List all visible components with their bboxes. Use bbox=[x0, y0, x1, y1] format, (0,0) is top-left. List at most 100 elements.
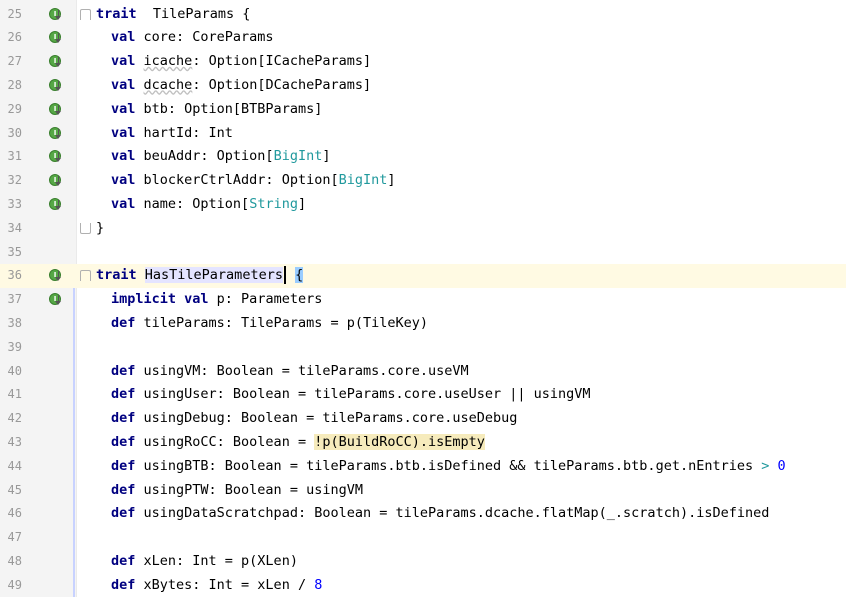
implements-marker-icon[interactable]: I bbox=[49, 197, 61, 210]
code-line[interactable]: 49 def xBytes: Int = xLen / 8 bbox=[0, 574, 846, 597]
code-line[interactable]: 38 def tileParams: TileParams = p(TileKey… bbox=[0, 312, 846, 336]
code-token: def bbox=[111, 362, 136, 379]
code-token: BigInt bbox=[338, 172, 388, 189]
code-line[interactable]: 30 Ival hartId: Int bbox=[0, 122, 846, 146]
code-token: ] bbox=[322, 148, 331, 165]
code-text[interactable]: def tileParams: TileParams = p(TileKey) bbox=[111, 312, 428, 336]
implements-marker-icon[interactable]: I bbox=[49, 31, 61, 44]
code-line[interactable]: 31 Ival beuAddr: Option[BigInt] bbox=[0, 145, 846, 169]
implements-marker-icon[interactable]: I bbox=[49, 293, 61, 306]
code-text[interactable]: def usingRoCC: Boolean = !p(BuildRoCC).i… bbox=[111, 431, 485, 455]
line-number: 30 bbox=[7, 125, 22, 140]
code-token: val bbox=[111, 53, 136, 70]
code-token: def bbox=[111, 481, 136, 498]
code-text[interactable]: val core: CoreParams bbox=[111, 26, 274, 50]
code-line[interactable]: 35 bbox=[0, 241, 846, 265]
code-token: val bbox=[111, 148, 136, 165]
implements-marker-icon[interactable]: I bbox=[49, 55, 61, 68]
code-line[interactable]: 33 Ival name: Option[String] bbox=[0, 193, 846, 217]
line-number: 44 bbox=[7, 458, 22, 473]
line-number: 31 bbox=[7, 149, 22, 164]
code-token: { bbox=[295, 267, 304, 284]
code-token: implicit val bbox=[111, 291, 209, 308]
code-text[interactable]: val btb: Option[BTBParams] bbox=[111, 98, 322, 122]
code-token: val bbox=[111, 195, 136, 212]
code-line[interactable]: 28 Ival dcache: Option[DCacheParams] bbox=[0, 74, 846, 98]
implements-marker-icon[interactable]: I bbox=[49, 150, 61, 163]
code-line[interactable]: 43 def usingRoCC: Boolean = !p(BuildRoCC)… bbox=[0, 431, 846, 455]
code-line[interactable]: 46 def usingDataScratchpad: Boolean = til… bbox=[0, 502, 846, 526]
code-line[interactable]: 42 def usingDebug: Boolean = tileParams.c… bbox=[0, 407, 846, 431]
code-line[interactable]: 37 Iimplicit val p: Parameters bbox=[0, 288, 846, 312]
code-text[interactable]: def usingDataScratchpad: Boolean = tileP… bbox=[111, 502, 769, 526]
line-number: 32 bbox=[7, 173, 22, 188]
line-number: 47 bbox=[7, 530, 22, 545]
code-text[interactable]: val hartId: Int bbox=[111, 122, 233, 146]
code-line[interactable]: 48 def xLen: Int = p(XLen) bbox=[0, 550, 846, 574]
code-editor[interactable]: 25 Itrait TileParams { 26 Ival core: CorePa… bbox=[0, 0, 846, 597]
code-text[interactable]: val name: Option[String] bbox=[111, 193, 306, 217]
implements-marker-icon[interactable]: I bbox=[49, 126, 61, 139]
code-token: trait bbox=[96, 5, 137, 22]
code-token: usingBTB: Boolean = tileParams.btb.isDef… bbox=[135, 457, 762, 474]
implements-marker-icon[interactable]: I bbox=[49, 102, 61, 115]
code-token: btb: Option[BTBParams] bbox=[135, 100, 323, 117]
code-line[interactable]: 45 def usingPTW: Boolean = usingVM bbox=[0, 479, 846, 503]
code-token: usingPTW: Boolean = usingVM bbox=[135, 481, 363, 498]
fold-open-icon[interactable] bbox=[80, 270, 91, 282]
code-line[interactable]: 44 def usingBTB: Boolean = tileParams.btb… bbox=[0, 455, 846, 479]
code-token: xBytes: Int = xLen / bbox=[135, 576, 315, 593]
code-text[interactable]: def usingUser: Boolean = tileParams.core… bbox=[111, 383, 591, 407]
fold-open-icon[interactable] bbox=[80, 8, 91, 20]
code-token: !p(BuildRoCC).isEmpty bbox=[314, 433, 485, 450]
code-token: usingUser: Boolean = tileParams.core.use… bbox=[135, 386, 591, 403]
fold-close-icon[interactable] bbox=[80, 222, 91, 234]
code-text[interactable]: trait HasTileParameters { bbox=[96, 264, 304, 288]
code-text[interactable]: implicit val p: Parameters bbox=[111, 288, 322, 312]
code-token: beuAddr: Option[ bbox=[135, 148, 274, 165]
code-token: def bbox=[111, 410, 136, 427]
implements-marker-icon[interactable]: I bbox=[49, 78, 61, 91]
code-token: val bbox=[111, 76, 136, 93]
code-line[interactable]: 32 Ival blockerCtrlAddr: Option[BigInt] bbox=[0, 169, 846, 193]
code-text[interactable]: val dcache: Option[DCacheParams] bbox=[111, 74, 371, 98]
code-token: usingDataScratchpad: Boolean = tileParam… bbox=[135, 505, 770, 522]
code-line[interactable]: 25 Itrait TileParams { bbox=[0, 3, 846, 27]
line-number: 39 bbox=[7, 339, 22, 354]
code-token: blockerCtrlAddr: Option[ bbox=[135, 172, 339, 189]
code-text[interactable]: def usingVM: Boolean = tileParams.core.u… bbox=[111, 360, 469, 384]
code-text[interactable]: def xLen: Int = p(XLen) bbox=[111, 550, 298, 574]
code-text[interactable]: } bbox=[96, 217, 104, 241]
code-text[interactable]: def xBytes: Int = xLen / 8 bbox=[111, 574, 322, 597]
code-line[interactable]: 39 bbox=[0, 336, 846, 360]
code-line[interactable]: 27 Ival icache: Option[ICacheParams] bbox=[0, 50, 846, 74]
code-line[interactable]: 29 Ival btb: Option[BTBParams] bbox=[0, 98, 846, 122]
code-text[interactable]: val icache: Option[ICacheParams] bbox=[111, 50, 371, 74]
line-number: 46 bbox=[7, 506, 22, 521]
code-line[interactable]: 40 def usingVM: Boolean = tileParams.core… bbox=[0, 360, 846, 384]
code-line[interactable]: 26 Ival core: CoreParams bbox=[0, 26, 846, 50]
code-token: tileParams: TileParams = p(TileKey) bbox=[135, 314, 428, 331]
code-text[interactable]: val blockerCtrlAddr: Option[BigInt] bbox=[111, 169, 396, 193]
code-line[interactable]: 47 bbox=[0, 526, 846, 550]
code-text[interactable]: trait TileParams { bbox=[96, 3, 250, 27]
code-token: def bbox=[111, 433, 136, 450]
line-number: 29 bbox=[7, 101, 22, 116]
code-text[interactable]: def usingDebug: Boolean = tileParams.cor… bbox=[111, 407, 517, 431]
text-caret bbox=[283, 266, 286, 285]
code-token: val bbox=[111, 29, 136, 46]
code-text[interactable]: val beuAddr: Option[BigInt] bbox=[111, 145, 330, 169]
code-text[interactable]: def usingPTW: Boolean = usingVM bbox=[111, 479, 363, 503]
code-token: dcache bbox=[143, 76, 193, 93]
code-line[interactable]: 41 def usingUser: Boolean = tileParams.co… bbox=[0, 383, 846, 407]
implements-marker-icon[interactable]: I bbox=[49, 174, 61, 187]
code-text[interactable]: def usingBTB: Boolean = tileParams.btb.i… bbox=[111, 455, 786, 479]
code-line[interactable]: 36 Itrait HasTileParameters { bbox=[0, 264, 846, 289]
code-line[interactable]: 34} bbox=[0, 217, 846, 241]
implements-marker-icon[interactable]: I bbox=[49, 269, 61, 282]
code-token: ] bbox=[297, 195, 307, 212]
code-token: 8 bbox=[314, 576, 323, 593]
line-number: 26 bbox=[7, 30, 22, 45]
implements-marker-icon[interactable]: I bbox=[49, 7, 61, 20]
